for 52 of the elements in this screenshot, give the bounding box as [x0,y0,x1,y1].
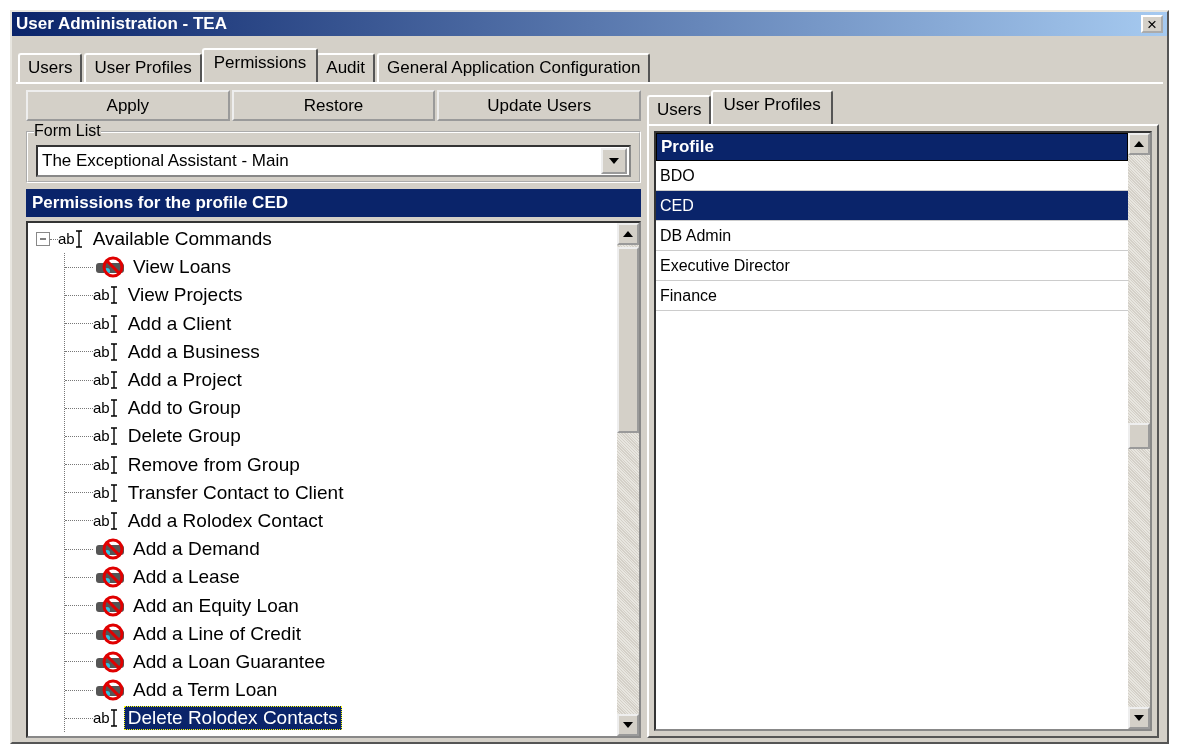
tree-item[interactable]: Add a Line of Credit [129,621,305,646]
tree-item[interactable]: Add a Term Loan [129,678,282,703]
scroll-thumb[interactable] [1128,423,1150,449]
toolbar-button[interactable]: Restore [231,90,436,121]
close-button[interactable]: × [1141,15,1163,33]
tab[interactable]: Permissions [201,48,319,82]
up-arrow-icon [1134,141,1144,147]
profile-row[interactable]: Executive Director [656,251,1128,281]
tree-item[interactable]: View Projects [123,283,247,308]
scrollbar[interactable] [617,223,639,736]
permissions-header: Permissions for the profile CED [26,189,641,217]
tab[interactable]: User Profiles [711,90,833,124]
scroll-thumb[interactable] [617,247,639,433]
tree-item[interactable]: Remove from Group [123,452,304,477]
tree-item[interactable]: Add a Lease [129,565,244,590]
scrollbar[interactable] [1128,133,1150,729]
collapse-icon[interactable] [36,232,50,247]
profile-row[interactable]: DB Admin [656,221,1128,251]
tree-item[interactable]: Add a Loan Guarantee [129,649,330,674]
tree-item[interactable]: Add a Project [123,368,246,393]
tab[interactable]: Users [18,53,83,82]
down-arrow-icon [1134,715,1144,721]
scroll-up-button[interactable] [617,223,639,245]
tree-item[interactable]: Delete Group [123,424,245,449]
down-arrow-icon [609,158,619,164]
scroll-down-button[interactable] [617,714,639,736]
tree-item[interactable]: View Loans [129,255,235,280]
tree-item[interactable]: Delete Rolodex Contacts [123,706,342,731]
tree-item[interactable]: Add a Client [123,311,236,336]
tree-item[interactable]: Available Commands [88,227,276,252]
tab[interactable]: Users [647,95,712,124]
tree-item[interactable]: Add a Business [123,339,264,364]
tab[interactable]: Audit [316,53,376,82]
tab[interactable]: General Application Configuration [377,53,651,82]
dropdown-button[interactable] [601,148,627,174]
profile-row[interactable]: CED [656,191,1128,221]
tree-item[interactable]: Add a Rolodex Contact [123,508,328,533]
tree-item[interactable]: Add a Demand [129,537,264,562]
up-arrow-icon [623,231,633,237]
tree-item[interactable]: Transfer Contact to Client [123,480,348,505]
column-header[interactable]: Profile [656,133,1128,161]
down-arrow-icon [623,722,633,728]
window-title: User Administration - TEA [16,14,227,34]
tree-item[interactable]: Add to Group [123,396,245,421]
scroll-up-button[interactable] [1128,133,1150,155]
profile-row[interactable]: Finance [656,281,1128,311]
toolbar-button[interactable]: Apply [26,90,230,121]
tab[interactable]: User Profiles [84,53,202,82]
tree-item[interactable]: Add an Equity Loan [129,593,303,618]
form-list-dropdown[interactable]: The Exceptional Assistant - Main [36,145,631,177]
scroll-down-button[interactable] [1128,707,1150,729]
toolbar-button[interactable]: Update Users [437,90,641,121]
